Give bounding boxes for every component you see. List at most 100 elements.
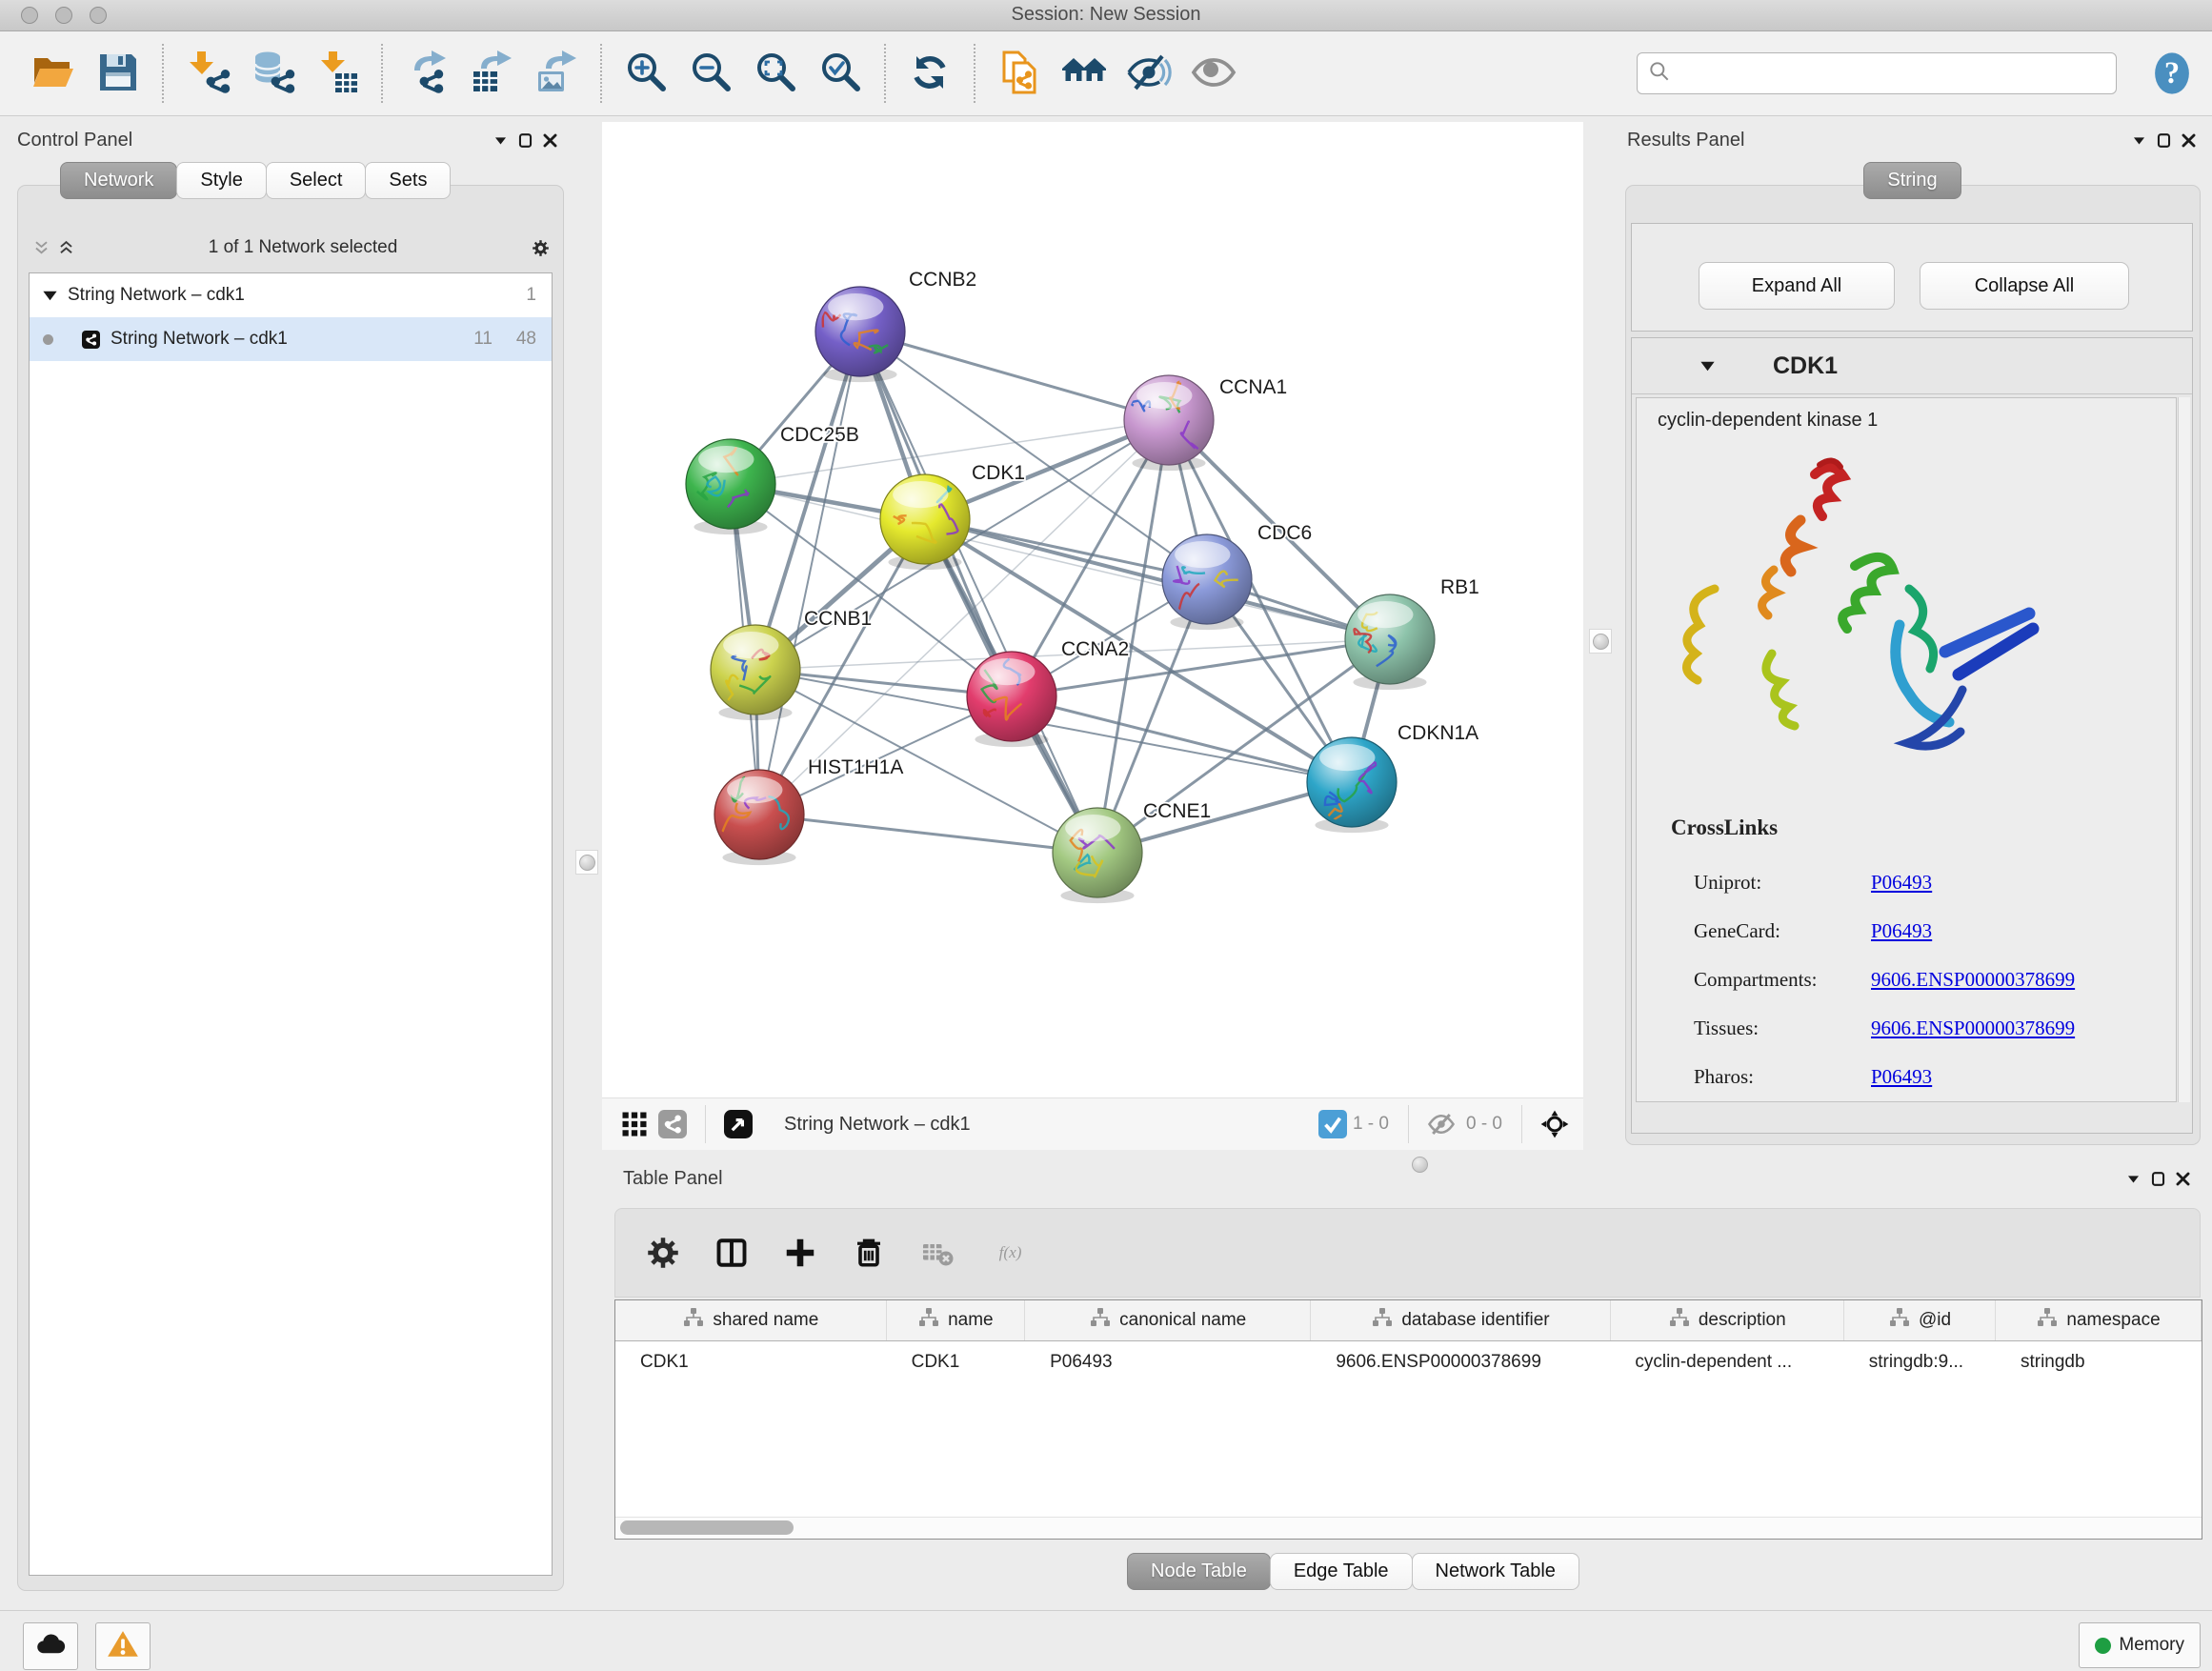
network-node-CCNB2[interactable]: CCNB2 xyxy=(815,269,976,382)
column-header-id[interactable]: @id xyxy=(1844,1300,1996,1340)
first-neighbors-button[interactable] xyxy=(1056,46,1112,101)
zoom-in-button[interactable] xyxy=(618,46,674,101)
zoom-selected-button[interactable] xyxy=(813,46,868,101)
table-cell[interactable]: stringdb:9... xyxy=(1844,1341,1996,1383)
import-network-button[interactable] xyxy=(180,46,235,101)
column-header-shared-name[interactable]: shared name xyxy=(615,1300,887,1340)
right-splitter-handle[interactable] xyxy=(1589,629,1612,654)
network-node-RB1[interactable]: RB1 xyxy=(1345,576,1479,690)
horizontal-scrollbar[interactable] xyxy=(615,1517,2202,1539)
crosslink-link[interactable]: 9606.ENSP00000378699 xyxy=(1871,1017,2075,1040)
table-cell[interactable]: stringdb xyxy=(1996,1341,2202,1383)
table-cell[interactable]: cyclin-dependent ... xyxy=(1610,1341,1843,1383)
network-node-HIST1H1A[interactable]: HIST1H1A xyxy=(714,756,903,865)
collapse-panel-icon[interactable] xyxy=(2126,128,2151,152)
table-cell[interactable]: CDK1 xyxy=(615,1341,887,1383)
close-panel-icon[interactable] xyxy=(2176,128,2201,152)
float-panel-icon[interactable] xyxy=(2145,1166,2170,1191)
zoom-fit-button[interactable] xyxy=(748,46,803,101)
memory-button[interactable]: Memory xyxy=(2079,1622,2201,1668)
network-node-CDKN1A[interactable]: CDKN1A xyxy=(1307,722,1478,833)
save-icon xyxy=(95,50,141,98)
crosshair-icon[interactable] xyxy=(1536,1105,1574,1143)
network-options-gear-icon[interactable] xyxy=(528,235,553,260)
vertical-scrollbar[interactable] xyxy=(2178,397,2190,1102)
crosslink-link[interactable]: P06493 xyxy=(1871,919,1932,943)
crosslink-link[interactable]: P06493 xyxy=(1871,871,1932,895)
collapse-panel-icon[interactable] xyxy=(2121,1166,2145,1191)
search-input[interactable] xyxy=(1679,54,2116,92)
column-header-database-identifier[interactable]: database identifier xyxy=(1311,1300,1610,1340)
collapse-all-networks-icon[interactable] xyxy=(29,235,53,260)
network-edge[interactable] xyxy=(860,332,1169,420)
column-header-description[interactable]: description xyxy=(1611,1300,1844,1340)
network-share-icon[interactable] xyxy=(654,1105,692,1143)
tab-node-table[interactable]: Node Table xyxy=(1127,1553,1271,1590)
apply-layout-button[interactable] xyxy=(902,46,957,101)
delete-column-icon[interactable] xyxy=(844,1228,894,1278)
table-row[interactable]: CDK1CDK1P064939606.ENSP00000378699cyclin… xyxy=(615,1341,2202,1383)
export-table-button[interactable] xyxy=(464,46,519,101)
main-toolbar: ? xyxy=(0,31,2212,116)
collapse-panel-icon[interactable] xyxy=(488,128,513,152)
cloud-status-button[interactable] xyxy=(23,1622,78,1670)
network-edge[interactable] xyxy=(759,332,860,815)
import-table-button[interactable] xyxy=(310,46,365,101)
export-network-button[interactable] xyxy=(399,46,454,101)
left-splitter-handle[interactable] xyxy=(575,850,598,875)
create-column-icon[interactable] xyxy=(775,1228,825,1278)
warnings-button[interactable] xyxy=(95,1622,151,1670)
network-canvas[interactable]: CCNB2CCNA1CDC25BCDK1CDC6RB1CCNB1CCNA2CDK… xyxy=(602,122,1583,1097)
crosslinks-heading: CrossLinks xyxy=(1671,815,1778,840)
table-cell[interactable]: P06493 xyxy=(1025,1341,1311,1383)
grid-view-icon[interactable] xyxy=(615,1105,654,1143)
collapse-all-button[interactable]: Collapse All xyxy=(1920,262,2129,310)
tab-network-table[interactable]: Network Table xyxy=(1412,1553,1579,1590)
show-all-button[interactable] xyxy=(1186,46,1241,101)
close-panel-icon[interactable] xyxy=(537,128,562,152)
tree-column-icon xyxy=(1371,1306,1394,1335)
table-cell[interactable]: 9606.ENSP00000378699 xyxy=(1311,1341,1610,1383)
network-edge[interactable] xyxy=(759,815,1097,853)
column-header-canonical-name[interactable]: canonical name xyxy=(1025,1300,1311,1340)
network-collection-row[interactable]: String Network – cdk1 1 xyxy=(30,273,552,317)
table-cell[interactable]: CDK1 xyxy=(887,1341,1026,1383)
save-session-button[interactable] xyxy=(90,46,146,101)
crosslink-link[interactable]: 9606.ENSP00000378699 xyxy=(1871,968,2075,992)
tab-string[interactable]: String xyxy=(1863,162,1961,199)
network-node-CCNE1[interactable]: CCNE1 xyxy=(1053,800,1211,903)
network-row[interactable]: String Network – cdk1 11 48 xyxy=(30,317,552,361)
birdseye-view-icon[interactable] xyxy=(719,1105,757,1143)
import-network-from-database-button[interactable] xyxy=(245,46,300,101)
show-columns-icon[interactable] xyxy=(707,1228,756,1278)
crosslink-link[interactable]: P06493 xyxy=(1871,1065,1932,1089)
network-node-CDC25B[interactable]: CDC25B xyxy=(686,424,859,534)
network-node-CCNB1[interactable]: CCNB1 xyxy=(711,608,872,720)
zoom-out-button[interactable] xyxy=(683,46,738,101)
column-header-namespace[interactable]: namespace xyxy=(1996,1300,2202,1340)
tab-edge-table[interactable]: Edge Table xyxy=(1270,1553,1413,1590)
search-box[interactable] xyxy=(1637,52,2117,94)
help-button[interactable]: ? xyxy=(2147,49,2197,98)
tab-style[interactable]: Style xyxy=(176,162,266,199)
tree-expander-icon[interactable] xyxy=(37,283,62,308)
tab-sets[interactable]: Sets xyxy=(365,162,451,199)
float-panel-icon[interactable] xyxy=(513,128,537,152)
network-edge[interactable] xyxy=(925,519,1390,639)
tab-select[interactable]: Select xyxy=(266,162,367,199)
export-image-button[interactable] xyxy=(529,46,584,101)
tab-network[interactable]: Network xyxy=(60,162,177,199)
expand-all-networks-icon[interactable] xyxy=(53,235,78,260)
table-options-gear-icon[interactable] xyxy=(638,1228,688,1278)
float-panel-icon[interactable] xyxy=(2151,128,2176,152)
network-node-CDK1[interactable]: CDK1 xyxy=(880,460,1025,570)
gene-detail-scroll-area[interactable]: cyclin-dependent kinase 1 xyxy=(1636,397,2177,1102)
close-panel-icon[interactable] xyxy=(2170,1166,2195,1191)
selected-checkbox-icon[interactable] xyxy=(1318,1105,1347,1143)
hide-selected-button[interactable] xyxy=(1121,46,1176,101)
duplicate-network-button[interactable] xyxy=(992,46,1047,101)
gene-section-expander-icon[interactable] xyxy=(1695,353,1719,378)
expand-all-button[interactable]: Expand All xyxy=(1699,262,1895,310)
column-header-name[interactable]: name xyxy=(887,1300,1025,1340)
open-session-button[interactable] xyxy=(26,46,81,101)
